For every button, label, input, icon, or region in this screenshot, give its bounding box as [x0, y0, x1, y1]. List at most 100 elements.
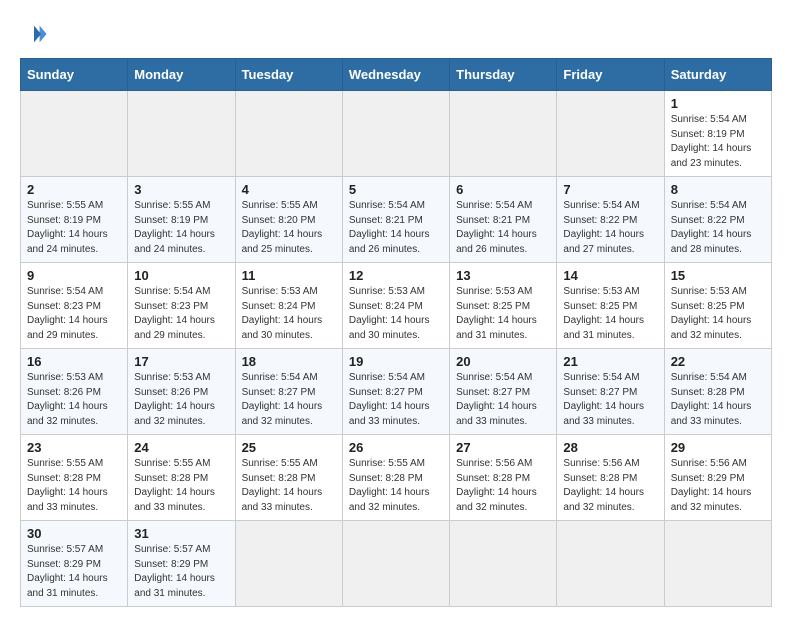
logo: [20, 20, 52, 48]
week-row-1: 1 Sunrise: 5:54 AMSunset: 8:19 PMDaylight…: [21, 91, 772, 177]
week-row-4: 16Sunrise: 5:53 AMSunset: 8:26 PMDayligh…: [21, 349, 772, 435]
calendar-cell: 6 Sunrise: 5:54 AMSunset: 8:21 PMDaylight…: [450, 177, 557, 263]
header-monday: Monday: [128, 59, 235, 91]
day-info: Sunrise: 5:55 AMSunset: 8:28 PMDaylight:…: [134, 457, 228, 515]
day-number: 19: [349, 354, 443, 369]
calendar-cell: 10 Sunrise: 5:54 AMSunset: 8:23 PMDayligh…: [128, 263, 235, 349]
calendar-cell: 5 Sunrise: 5:54 AMSunset: 8:21 PMDaylight…: [342, 177, 449, 263]
day-info: Sunrise: 5:54 AMSunset: 8:21 PMDaylight:…: [456, 199, 550, 257]
calendar-cell: 20 Sunrise: 5:54 AMSunset: 8:27 PMDayligh…: [450, 349, 557, 435]
day-info: Sunrise: 5:54 AMSunset: 8:22 PMDaylight:…: [671, 199, 765, 257]
day-info: Sunrise: 5:54 AMSunset: 8:19 PMDaylight:…: [671, 113, 765, 171]
day-info: Sunrise: 5:56 AMSunset: 8:28 PMDaylight:…: [563, 457, 657, 515]
week-row-6: 30 Sunrise: 5:57 AMSunset: 8:29 PMDayligh…: [21, 521, 772, 607]
logo-icon: [20, 20, 48, 48]
day-info: Sunrise: 5:54 AMSunset: 8:27 PMDaylight:…: [242, 371, 336, 429]
header: [20, 20, 772, 48]
day-number: 12: [349, 268, 443, 283]
header-saturday: Saturday: [664, 59, 771, 91]
day-info: Sunrise: 5:56 AMSunset: 8:29 PMDaylight:…: [671, 457, 765, 515]
calendar-cell: [235, 91, 342, 177]
day-number: 28: [563, 440, 657, 455]
calendar-cell: 24Sunrise: 5:55 AMSunset: 8:28 PMDayligh…: [128, 435, 235, 521]
day-number: 10: [134, 268, 228, 283]
day-number: 15: [671, 268, 765, 283]
day-info: Sunrise: 5:53 AMSunset: 8:24 PMDaylight:…: [242, 285, 336, 343]
calendar-cell: 16Sunrise: 5:53 AMSunset: 8:26 PMDayligh…: [21, 349, 128, 435]
day-info: Sunrise: 5:57 AMSunset: 8:29 PMDaylight:…: [134, 543, 228, 601]
week-row-2: 2 Sunrise: 5:55 AMSunset: 8:19 PMDaylight…: [21, 177, 772, 263]
header-friday: Friday: [557, 59, 664, 91]
day-number: 2: [27, 182, 121, 197]
header-tuesday: Tuesday: [235, 59, 342, 91]
day-info: Sunrise: 5:55 AMSunset: 8:28 PMDaylight:…: [242, 457, 336, 515]
day-number: 17: [134, 354, 228, 369]
day-info: Sunrise: 5:53 AMSunset: 8:25 PMDaylight:…: [671, 285, 765, 343]
calendar-cell: [342, 91, 449, 177]
calendar-cell: 19 Sunrise: 5:54 AMSunset: 8:27 PMDayligh…: [342, 349, 449, 435]
day-number: 14: [563, 268, 657, 283]
day-number: 1: [671, 96, 765, 111]
calendar-cell: [21, 91, 128, 177]
day-number: 3: [134, 182, 228, 197]
day-number: 20: [456, 354, 550, 369]
calendar-cell: 27Sunrise: 5:56 AMSunset: 8:28 PMDayligh…: [450, 435, 557, 521]
header-sunday: Sunday: [21, 59, 128, 91]
day-info: Sunrise: 5:55 AMSunset: 8:19 PMDaylight:…: [134, 199, 228, 257]
calendar-cell: [128, 91, 235, 177]
day-info: Sunrise: 5:53 AMSunset: 8:26 PMDaylight:…: [134, 371, 228, 429]
calendar-cell: 26 Sunrise: 5:55 AMSunset: 8:28 PMDayligh…: [342, 435, 449, 521]
day-info: Sunrise: 5:54 AMSunset: 8:23 PMDaylight:…: [27, 285, 121, 343]
calendar-cell: [557, 521, 664, 607]
day-number: 29: [671, 440, 765, 455]
calendar-cell: 12 Sunrise: 5:53 AMSunset: 8:24 PMDayligh…: [342, 263, 449, 349]
day-info: Sunrise: 5:54 AMSunset: 8:23 PMDaylight:…: [134, 285, 228, 343]
day-info: Sunrise: 5:56 AMSunset: 8:28 PMDaylight:…: [456, 457, 550, 515]
day-number: 26: [349, 440, 443, 455]
calendar-cell: [450, 521, 557, 607]
day-number: 11: [242, 268, 336, 283]
calendar-cell: [342, 521, 449, 607]
calendar-cell: 1 Sunrise: 5:54 AMSunset: 8:19 PMDaylight…: [664, 91, 771, 177]
calendar-cell: 21 Sunrise: 5:54 AMSunset: 8:27 PMDayligh…: [557, 349, 664, 435]
day-info: Sunrise: 5:54 AMSunset: 8:21 PMDaylight:…: [349, 199, 443, 257]
calendar-header-row: SundayMondayTuesdayWednesdayThursdayFrid…: [21, 59, 772, 91]
calendar-cell: 13Sunrise: 5:53 AMSunset: 8:25 PMDayligh…: [450, 263, 557, 349]
day-number: 25: [242, 440, 336, 455]
day-number: 6: [456, 182, 550, 197]
calendar-cell: 7Sunrise: 5:54 AMSunset: 8:22 PMDaylight…: [557, 177, 664, 263]
calendar-cell: 2Sunrise: 5:55 AMSunset: 8:19 PMDaylight…: [21, 177, 128, 263]
header-thursday: Thursday: [450, 59, 557, 91]
calendar-cell: 18Sunrise: 5:54 AMSunset: 8:27 PMDayligh…: [235, 349, 342, 435]
week-row-5: 23 Sunrise: 5:55 AMSunset: 8:28 PMDayligh…: [21, 435, 772, 521]
calendar-cell: 17 Sunrise: 5:53 AMSunset: 8:26 PMDayligh…: [128, 349, 235, 435]
day-info: Sunrise: 5:54 AMSunset: 8:27 PMDaylight:…: [456, 371, 550, 429]
day-info: Sunrise: 5:55 AMSunset: 8:20 PMDaylight:…: [242, 199, 336, 257]
day-info: Sunrise: 5:57 AMSunset: 8:29 PMDaylight:…: [27, 543, 121, 601]
day-info: Sunrise: 5:53 AMSunset: 8:24 PMDaylight:…: [349, 285, 443, 343]
calendar-cell: 9Sunrise: 5:54 AMSunset: 8:23 PMDaylight…: [21, 263, 128, 349]
day-number: 21: [563, 354, 657, 369]
week-row-3: 9Sunrise: 5:54 AMSunset: 8:23 PMDaylight…: [21, 263, 772, 349]
calendar-cell: 3 Sunrise: 5:55 AMSunset: 8:19 PMDaylight…: [128, 177, 235, 263]
calendar-cell: [450, 91, 557, 177]
day-number: 31: [134, 526, 228, 541]
day-info: Sunrise: 5:54 AMSunset: 8:27 PMDaylight:…: [349, 371, 443, 429]
day-info: Sunrise: 5:54 AMSunset: 8:22 PMDaylight:…: [563, 199, 657, 257]
day-number: 5: [349, 182, 443, 197]
calendar-cell: 8Sunrise: 5:54 AMSunset: 8:22 PMDaylight…: [664, 177, 771, 263]
calendar-cell: 28 Sunrise: 5:56 AMSunset: 8:28 PMDayligh…: [557, 435, 664, 521]
calendar-cell: 4 Sunrise: 5:55 AMSunset: 8:20 PMDaylight…: [235, 177, 342, 263]
calendar-cell: [557, 91, 664, 177]
calendar-cell: 22Sunrise: 5:54 AMSunset: 8:28 PMDayligh…: [664, 349, 771, 435]
day-info: Sunrise: 5:54 AMSunset: 8:27 PMDaylight:…: [563, 371, 657, 429]
calendar-cell: [664, 521, 771, 607]
day-info: Sunrise: 5:53 AMSunset: 8:25 PMDaylight:…: [563, 285, 657, 343]
calendar-cell: 30 Sunrise: 5:57 AMSunset: 8:29 PMDayligh…: [21, 521, 128, 607]
day-number: 4: [242, 182, 336, 197]
day-info: Sunrise: 5:55 AMSunset: 8:28 PMDaylight:…: [349, 457, 443, 515]
day-info: Sunrise: 5:53 AMSunset: 8:26 PMDaylight:…: [27, 371, 121, 429]
day-number: 23: [27, 440, 121, 455]
day-number: 30: [27, 526, 121, 541]
calendar-cell: 15 Sunrise: 5:53 AMSunset: 8:25 PMDayligh…: [664, 263, 771, 349]
